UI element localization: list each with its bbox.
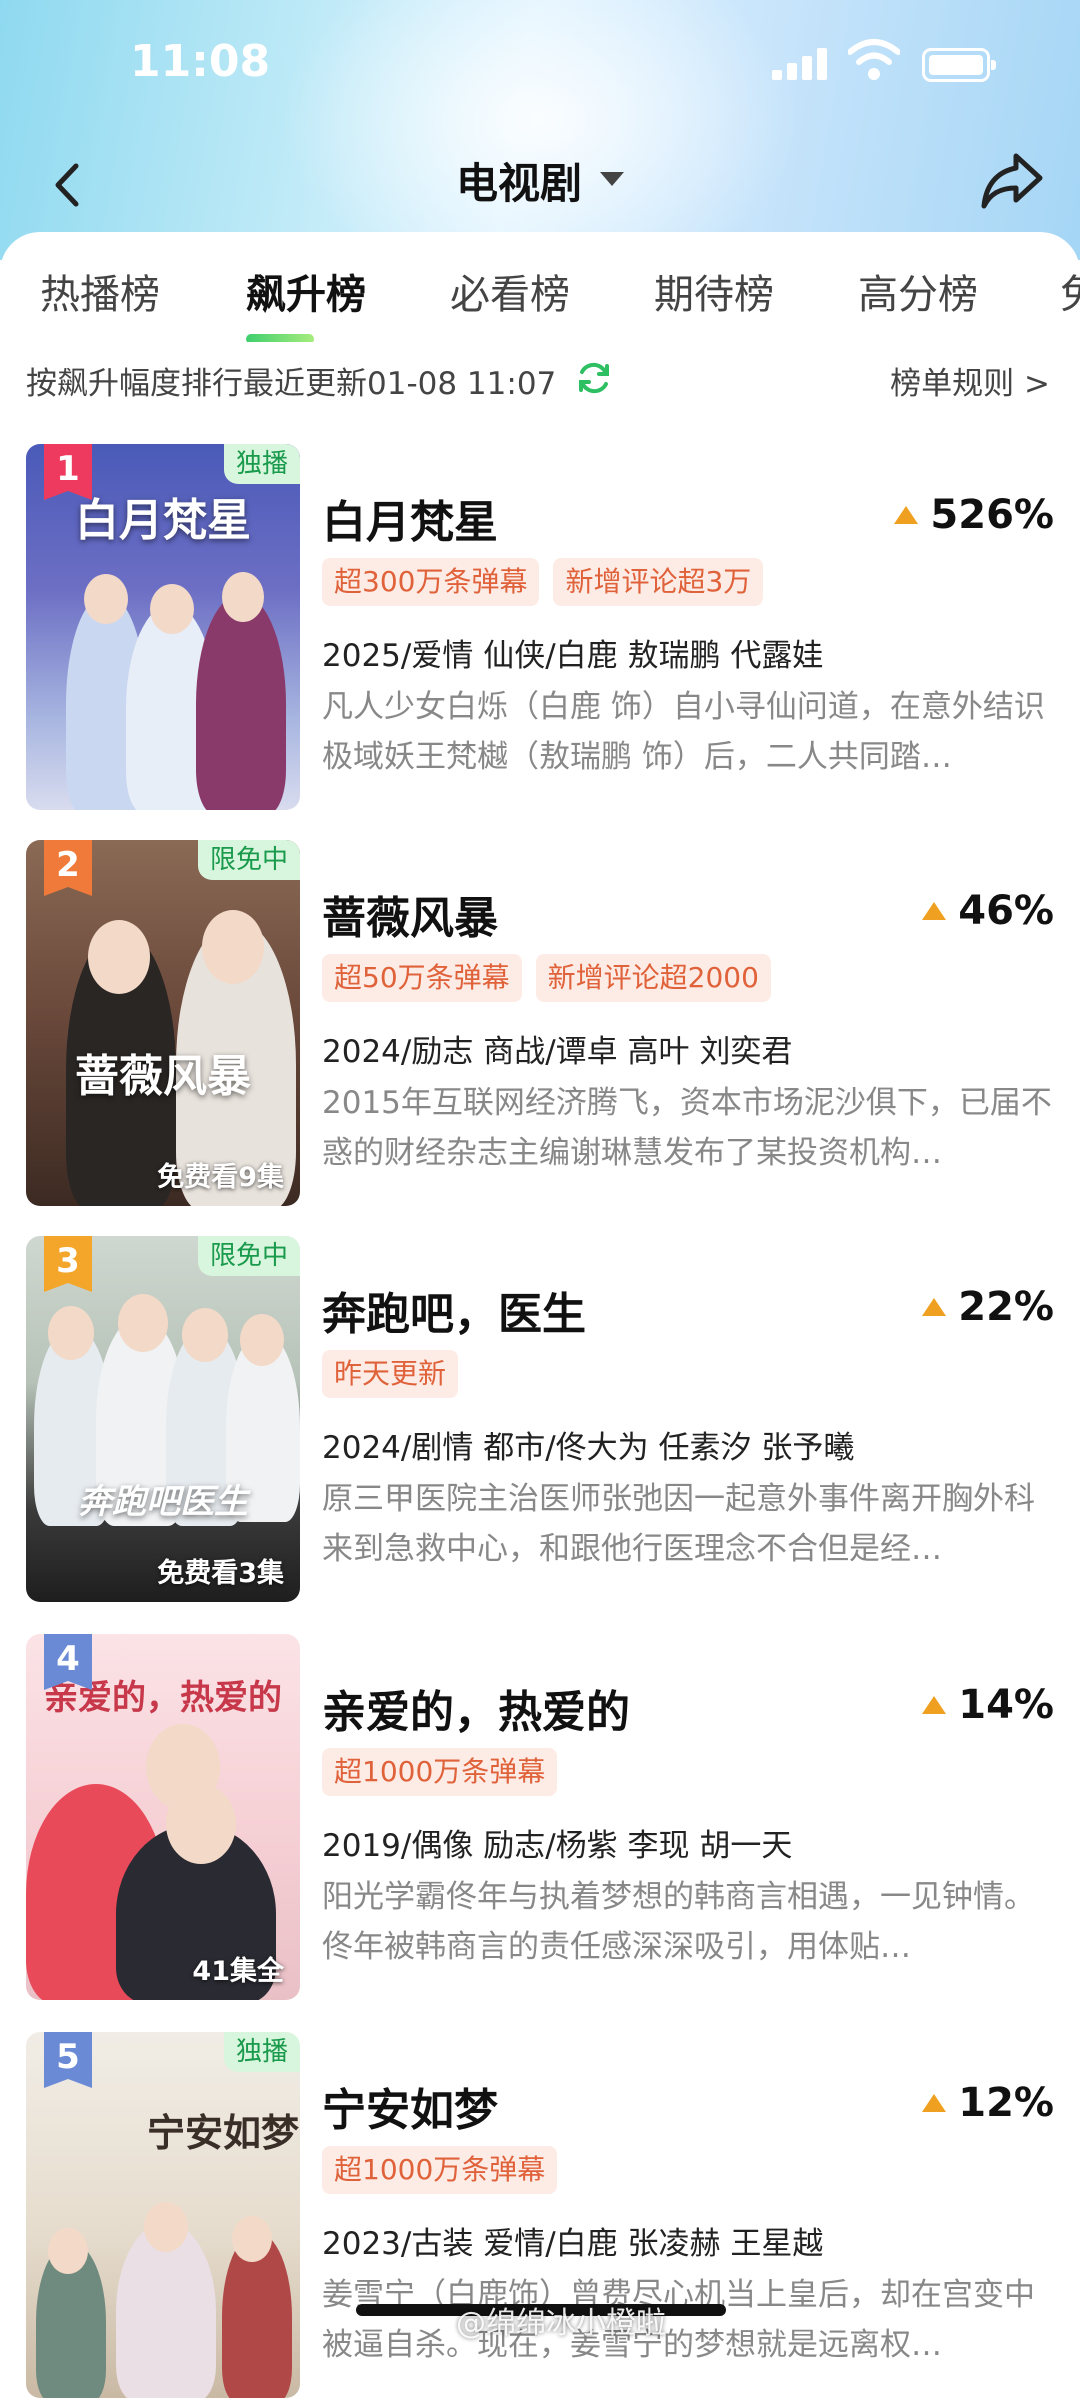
wifi-icon — [848, 39, 900, 80]
poster-title: 蔷薇风暴 — [75, 1051, 251, 1102]
show-meta: 2019/偶像 励志/杨紫 李现 胡一天 — [322, 1828, 793, 1864]
tag: 超1000万条弹幕 — [322, 2146, 558, 2194]
free-badge: 限免中 — [197, 840, 300, 880]
poster-footer: 41集全 — [192, 1956, 284, 1987]
poster-title: 宁安如梦 — [146, 2110, 299, 2155]
page-title[interactable]: 电视剧 — [456, 150, 582, 211]
trend-up-icon — [922, 902, 947, 920]
show-meta: 2024/剧情 都市/佟大为 任素汐 张予曦 — [322, 1430, 855, 1466]
update-time-text: 按飙升幅度排行最近更新01-08 11:07 — [26, 366, 557, 402]
list-item[interactable]: 亲爱的，热爱的 4 41集全 亲爱的，热爱的 14% 超1000万条弹幕 201… — [0, 1634, 1080, 2004]
free-badge: 限免中 — [197, 1236, 300, 1276]
tag: 超300万条弹幕 — [322, 558, 540, 606]
show-description: 原三甲医院主治医师张弛因一起意外事件离开胸外科来到急救中心，和跟他行医理念不合但… — [322, 1481, 1035, 1567]
poster-image[interactable]: 蔷薇风暴 2 限免中 免费看9集 — [26, 840, 300, 1206]
poster-image[interactable]: 宁安如梦 5 独播 — [26, 2032, 300, 2398]
trend-value: 46% — [958, 888, 1054, 934]
show-title[interactable]: 奔跑吧，医生 — [322, 1278, 586, 1342]
poster-footer: 免费看3集 — [157, 1558, 284, 1589]
poster-footer: 免费看9集 — [157, 1162, 284, 1193]
poster-image[interactable]: 奔跑吧医生 3 限免中 免费看3集 — [26, 1236, 300, 1602]
back-button[interactable] — [40, 150, 100, 220]
tab-active-indicator — [246, 334, 314, 342]
tab-anticipated[interactable]: 期待榜 — [654, 262, 774, 320]
rank-badge: 3 — [44, 1236, 92, 1292]
trend-up-icon — [922, 2094, 947, 2112]
trend-up-icon — [922, 1298, 947, 1316]
watermark: @绵绵冰小橙啦 — [456, 2306, 666, 2341]
trend-value: 14% — [958, 1682, 1054, 1728]
tag-list: 超1000万条弹幕 — [322, 1748, 571, 1798]
share-icon[interactable] — [976, 144, 1048, 216]
rank-badge: 2 — [44, 840, 92, 896]
caret-down-icon[interactable] — [600, 172, 624, 186]
list-item[interactable]: 奔跑吧医生 3 限免中 免费看3集 奔跑吧，医生 22% 昨天更新 2024/剧… — [0, 1236, 1080, 1606]
list-item[interactable]: 白月梵星 1 独播 白月梵星 526% 超300万条弹幕 新增评论超3万 202… — [0, 444, 1080, 814]
trend-value: 12% — [958, 2080, 1054, 2126]
poster-title: 奔跑吧医生 — [78, 1482, 248, 1522]
show-description: 凡人少女白烁（白鹿 饰）自小寻仙问道，在意外结识极域妖王梵樾（敖瑞鹏 饰）后，二… — [322, 689, 1045, 775]
poster-title: 白月梵星 — [75, 495, 251, 546]
trend: 12% — [922, 2078, 1054, 2128]
tag-list: 超50万条弹幕 新增评论超2000 — [322, 954, 785, 1004]
tag: 昨天更新 — [322, 1350, 459, 1398]
tag-list: 超300万条弹幕 新增评论超3万 — [322, 558, 777, 608]
show-description: 2015年互联网经济腾飞，资本市场泥沙俱下，已届不惑的财经杂志主编谢琳慧发布了某… — [322, 1085, 1052, 1171]
trend: 22% — [922, 1282, 1054, 1332]
signal-icon — [772, 48, 828, 80]
tag-list: 昨天更新 — [322, 1350, 472, 1400]
list-item[interactable]: 蔷薇风暴 2 限免中 免费看9集 蔷薇风暴 46% 超50万条弹幕 新增评论超2… — [0, 840, 1080, 1210]
tab-rising[interactable]: 飙升榜 — [246, 262, 366, 320]
show-meta: 2025/爱情 仙侠/白鹿 敖瑞鹏 代露娃 — [322, 638, 824, 674]
refresh-icon[interactable] — [576, 360, 612, 396]
show-title[interactable]: 蔷薇风暴 — [322, 882, 498, 946]
tab-must-watch[interactable]: 必看榜 — [450, 262, 570, 320]
poster-image[interactable]: 白月梵星 1 独播 — [26, 444, 300, 810]
list-item[interactable]: 宁安如梦 5 独播 宁安如梦 12% 超1000万条弹幕 2023/古装 爱情/… — [0, 2032, 1080, 2402]
tab-top-rated[interactable]: 高分榜 — [858, 262, 978, 320]
exclusive-badge: 独播 — [223, 2032, 300, 2072]
show-meta: 2024/励志 商战/谭卓 高叶 刘奕君 — [322, 1034, 793, 1070]
rank-badge: 5 — [44, 2032, 92, 2088]
trend-up-icon — [894, 506, 919, 524]
ranking-rules-link[interactable]: 榜单规则 > — [890, 358, 1050, 403]
poster-image[interactable]: 亲爱的，热爱的 4 41集全 — [26, 1634, 300, 2000]
nav-bar: 电视剧 — [0, 140, 1080, 240]
ranking-tabs: 热播榜 飙升榜 必看榜 期待榜 高分榜 免 — [0, 262, 1080, 342]
battery-icon — [922, 48, 996, 82]
show-title[interactable]: 亲爱的，热爱的 — [322, 1676, 630, 1740]
exclusive-badge: 独播 — [223, 444, 300, 484]
trend-value: 22% — [958, 1284, 1054, 1330]
tag: 新增评论超3万 — [553, 558, 764, 606]
trend: 14% — [922, 1680, 1054, 1730]
tag: 超50万条弹幕 — [322, 954, 522, 1002]
show-title[interactable]: 白月梵星 — [322, 486, 498, 550]
tag: 超1000万条弹幕 — [322, 1748, 558, 1796]
status-time: 11:08 — [130, 36, 271, 87]
tab-hot[interactable]: 热播榜 — [40, 262, 160, 320]
ranking-subheader: 按飙升幅度排行最近更新01-08 11:07 榜单规则 > — [0, 352, 1080, 412]
show-description: 姜雪宁（白鹿饰）曾费尽心机当上皇后，却在宫变中被逼自杀。现在，姜雪宁的梦想就是远… — [322, 2277, 1035, 2363]
show-meta: 2023/古装 爱情/白鹿 张凌赫 王星越 — [322, 2226, 824, 2262]
tab-free[interactable]: 免 — [1060, 262, 1080, 320]
trend: 46% — [922, 886, 1054, 936]
status-bar: 11:08 — [0, 0, 1080, 120]
trend-up-icon — [922, 1696, 947, 1714]
show-description: 阳光学霸佟年与执着梦想的韩商言相遇，一见钟情。佟年被韩商言的责任感深深吸引，用体… — [322, 1879, 1035, 1965]
trend: 526% — [894, 490, 1054, 540]
show-title[interactable]: 宁安如梦 — [322, 2074, 498, 2138]
tag: 新增评论超2000 — [535, 954, 771, 1002]
tag-list: 超1000万条弹幕 — [322, 2146, 571, 2196]
trend-value: 526% — [930, 492, 1054, 538]
